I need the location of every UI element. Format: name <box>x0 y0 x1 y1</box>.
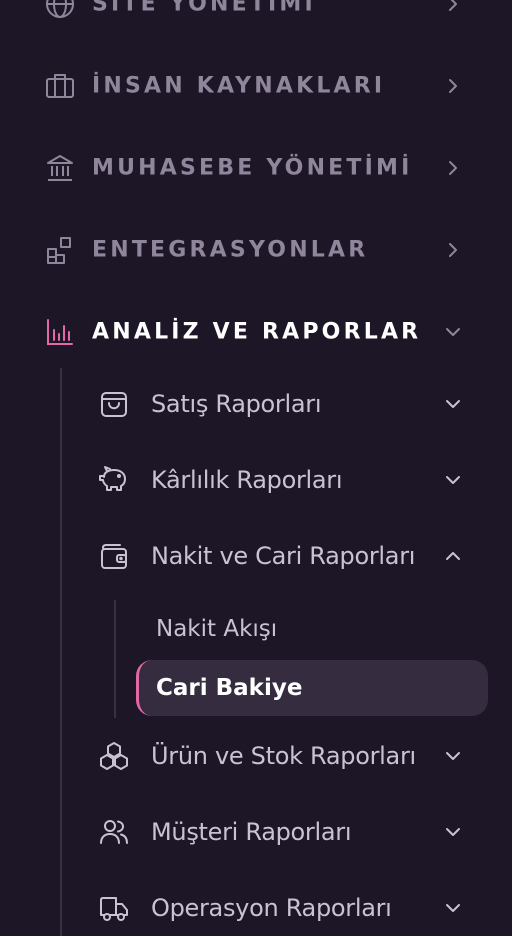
submenu-guide-line <box>114 600 116 718</box>
chevron-down-icon <box>443 470 463 490</box>
chevron-down-icon <box>443 322 463 342</box>
bank-icon <box>44 152 76 184</box>
leaf-item-label: Nakit Akışı <box>156 616 278 642</box>
subnav-item-satis-raporlari[interactable]: Satış Raporları <box>90 374 490 434</box>
nav-item-label: ENTEGRASYONLAR <box>92 237 369 263</box>
nav-item-label: ANALİZ VE RAPORLAR <box>92 319 422 345</box>
bar-chart-icon <box>44 316 76 348</box>
subnav-item-label: Ürün ve Stok Raporları <box>151 742 416 770</box>
sidebar-nav: SİTE YÖNETİMİ İNSAN KAYNAKLARI MUHASEBE … <box>0 0 512 936</box>
chevron-right-icon <box>443 76 463 96</box>
shopping-bag-icon <box>98 388 130 420</box>
globe-icon <box>44 0 76 20</box>
subnav-item-label: Nakit ve Cari Raporları <box>151 542 416 570</box>
subnav-item-label: Müşteri Raporları <box>151 818 352 846</box>
chevron-right-icon <box>443 0 463 14</box>
nav-item-analiz-ve-raporlar[interactable]: ANALİZ VE RAPORLAR <box>0 302 512 362</box>
users-icon <box>98 816 130 848</box>
nav-item-label: MUHASEBE YÖNETİMİ <box>92 155 413 181</box>
chevron-down-icon <box>443 394 463 414</box>
nav-item-label: İNSAN KAYNAKLARI <box>92 73 386 99</box>
subnav-item-operasyon-raporlari[interactable]: Operasyon Raporları <box>90 878 490 936</box>
subnav-item-urun-ve-stok-raporlari[interactable]: Ürün ve Stok Raporları <box>90 726 490 786</box>
subnav-item-nakit-ve-cari-raporlari[interactable]: Nakit ve Cari Raporları <box>90 526 490 586</box>
nav-item-label: SİTE YÖNETİMİ <box>92 0 316 17</box>
chevron-right-icon <box>443 240 463 260</box>
leaf-item-label: Cari Bakiye <box>156 675 303 701</box>
chevron-right-icon <box>443 158 463 178</box>
briefcase-icon <box>44 70 76 102</box>
submenu-guide-line <box>60 368 62 936</box>
leaf-item-cari-bakiye[interactable]: Cari Bakiye <box>136 660 488 716</box>
chevron-down-icon <box>443 746 463 766</box>
subnav-item-musteri-raporlari[interactable]: Müşteri Raporları <box>90 802 490 862</box>
nav-item-site-yonetimi[interactable]: SİTE YÖNETİMİ <box>0 0 512 34</box>
nav-item-entegrasyonlar[interactable]: ENTEGRASYONLAR <box>0 220 512 280</box>
nav-item-muhasebe-yonetimi[interactable]: MUHASEBE YÖNETİMİ <box>0 138 512 198</box>
boxes-icon <box>98 740 130 772</box>
piggy-bank-icon <box>98 464 130 496</box>
leaf-item-nakit-akisi[interactable]: Nakit Akışı <box>136 601 488 657</box>
subnav-item-label: Operasyon Raporları <box>151 894 392 922</box>
truck-icon <box>98 892 130 924</box>
widgets-icon <box>44 234 76 266</box>
wallet-icon <box>98 540 130 572</box>
chevron-down-icon <box>443 822 463 842</box>
chevron-down-icon <box>443 898 463 918</box>
subnav-item-label: Kârlılık Raporları <box>151 466 343 494</box>
subnav-item-karlilik-raporlari[interactable]: Kârlılık Raporları <box>90 450 490 510</box>
nav-item-insan-kaynaklari[interactable]: İNSAN KAYNAKLARI <box>0 56 512 116</box>
chevron-up-icon <box>443 546 463 566</box>
subnav-item-label: Satış Raporları <box>151 390 322 418</box>
